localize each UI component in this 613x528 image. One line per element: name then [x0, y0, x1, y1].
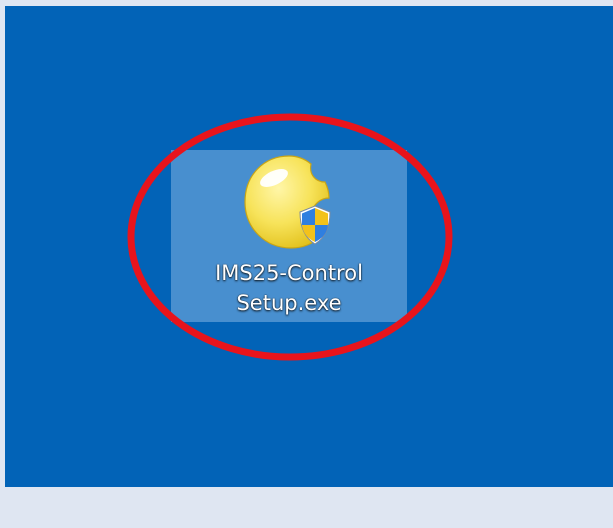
desktop-icon-label: IMS25-Control Setup.exe — [171, 258, 407, 318]
screenshot-page: IMS25-Control Setup.exe — [0, 0, 613, 528]
icon-label-line2: Setup.exe — [236, 291, 342, 315]
app-installer-icon — [244, 155, 331, 249]
desktop-icon-ims25-control-setup[interactable]: IMS25-Control Setup.exe — [171, 150, 407, 322]
icon-label-line1: IMS25-Control — [215, 261, 363, 285]
desktop[interactable]: IMS25-Control Setup.exe — [5, 6, 613, 487]
